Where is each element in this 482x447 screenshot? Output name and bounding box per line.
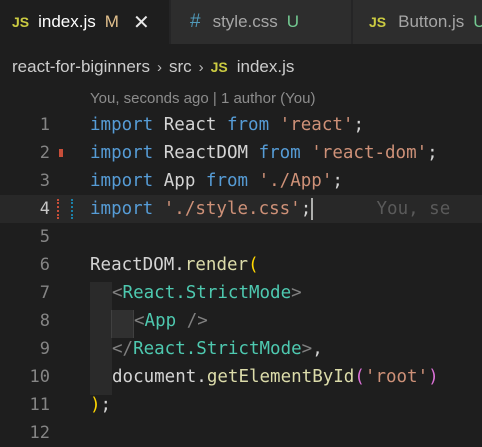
code-line-1: 1 import React from 'react'; <box>0 111 482 139</box>
line-number: 12 <box>29 423 50 443</box>
code-text: <App /> <box>134 311 208 331</box>
line-number: 1 <box>39 115 50 135</box>
code-text: import React from 'react'; <box>90 115 364 135</box>
close-tab-icon[interactable]: ✕ <box>133 10 150 35</box>
javascript-file-icon: JS <box>12 14 30 30</box>
line-number: 9 <box>39 339 50 359</box>
breadcrumb: react-for-biginners › src › JS index.js <box>12 54 294 80</box>
code-line-4: 4 import './style.css'; You, se <box>0 195 482 223</box>
code-line-9: 9 </React.StrictMode>, <box>0 335 482 363</box>
code-line-10: 10 document.getElementById('root') <box>0 363 482 391</box>
javascript-file-icon: JS <box>210 59 228 75</box>
deleted-line-marker[interactable] <box>59 149 63 157</box>
line-number: 4 <box>39 199 50 219</box>
chevron-right-icon: › <box>156 58 162 76</box>
code-line-7: 7 <React.StrictMode> <box>0 279 482 307</box>
inline-blame: You, se <box>313 199 451 219</box>
code-text: document.getElementById('root') <box>112 367 439 387</box>
code-line-8: 8 <App /> <box>0 307 482 335</box>
code-text: ReactDOM.render( <box>90 255 259 275</box>
line-number: 3 <box>39 171 50 191</box>
tab-label: style.css <box>212 12 278 31</box>
code-text: import App from './App'; <box>90 171 343 191</box>
tab-label: Button.js <box>398 12 465 31</box>
line-number: 5 <box>39 227 50 247</box>
line-number: 2 <box>39 143 50 163</box>
line-number: 10 <box>29 367 50 387</box>
chevron-right-icon: › <box>198 58 204 76</box>
code-line-3: 3 import App from './App'; <box>0 167 482 195</box>
breadcrumb-subfolder[interactable]: src <box>169 57 192 77</box>
code-line-12: 12 <box>0 419 482 447</box>
code-line-5: 5 <box>0 223 482 251</box>
code-text: </React.StrictMode>, <box>112 339 323 359</box>
tab-button-js[interactable]: JS Button.js U <box>353 0 482 44</box>
code-line-2: 2 import ReactDOM from 'react-dom'; <box>0 139 482 167</box>
code-text: ); <box>90 395 112 415</box>
breadcrumb-file[interactable]: index.js <box>237 57 295 77</box>
modified-line-marker[interactable] <box>57 199 73 219</box>
code-text: import './style.css'; You, se <box>90 198 451 220</box>
line-number: 7 <box>39 283 50 303</box>
line-number: 6 <box>39 255 50 275</box>
line-number: 11 <box>29 395 50 415</box>
untracked-badge: U <box>286 12 300 31</box>
code-line-6: 6 ReactDOM.render( <box>0 251 482 279</box>
editor-tab-bar: JS index.js M ✕ # style.css U JS Button.… <box>0 0 482 44</box>
code-text: <React.StrictMode> <box>112 283 302 303</box>
git-blame-codelens[interactable]: You, seconds ago | 1 author (You) <box>90 90 315 107</box>
breadcrumb-folder[interactable]: react-for-biginners <box>12 57 150 77</box>
untracked-badge: U <box>473 12 482 31</box>
tab-style-css[interactable]: # style.css U <box>171 0 352 44</box>
code-line-11: 11 ); <box>0 391 482 419</box>
tab-label: index.js <box>38 12 96 31</box>
javascript-file-icon: JS <box>369 14 387 30</box>
code-text: import ReactDOM from 'react-dom'; <box>90 143 438 163</box>
css-file-icon: # <box>190 11 201 32</box>
modified-badge: M <box>104 12 119 31</box>
tab-index-js[interactable]: JS index.js M ✕ <box>0 0 170 44</box>
line-number: 8 <box>39 311 50 331</box>
